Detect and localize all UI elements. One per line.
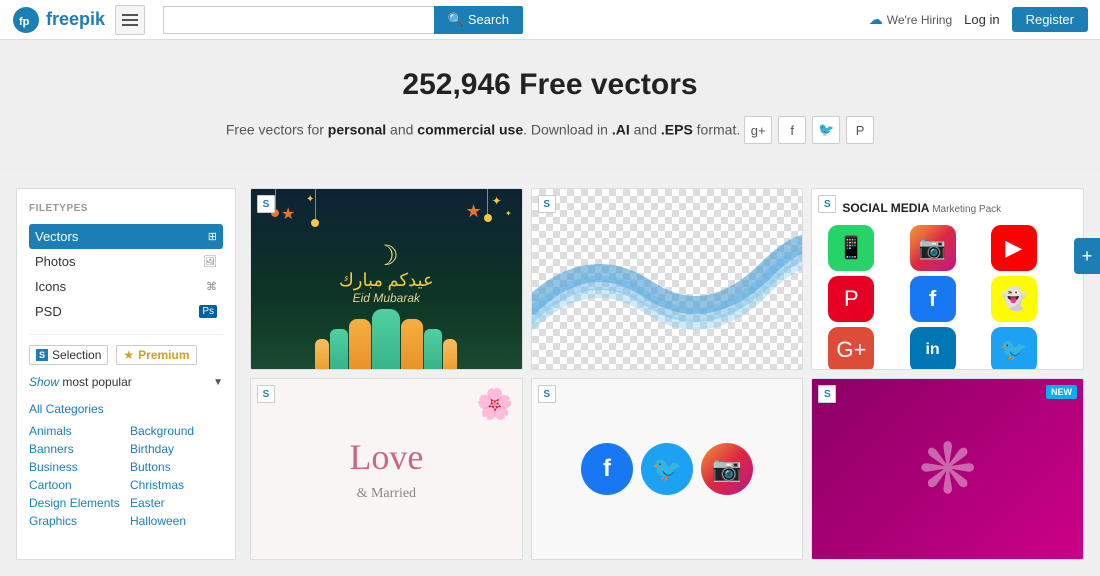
show-most-popular[interactable]: Show most popular ▼ [29,375,223,389]
filetype-psd[interactable]: PSD Ps [29,299,223,324]
card-waves[interactable]: S [531,188,804,370]
logo-text: freepik [46,9,105,30]
photos-icon: 🖼 [203,255,217,268]
icons-icon: ⌘ [206,280,217,293]
search-icon: 🔍 [448,12,464,28]
search-input[interactable] [163,6,434,34]
hamburger-button[interactable] [115,5,145,35]
vectors-icon: ⊞ [208,230,217,243]
register-button[interactable]: Register [1012,7,1088,32]
s-badge-waves: S [538,195,556,213]
show-popular-text: Show most popular [29,375,132,389]
card-love-inner: S 🌸 Love & Married [251,379,522,559]
filetype-vectors[interactable]: Vectors ⊞ [29,224,223,249]
search-button[interactable]: 🔍 Search [434,6,523,34]
psd-icon: Ps [199,305,217,318]
hiring-link[interactable]: ☁ We're Hiring [869,11,952,28]
categories-grid: All Categories Animals Background Banner… [29,401,223,529]
login-button[interactable]: Log in [964,12,999,27]
premium-checkbox[interactable]: ★ Premium [116,345,196,365]
filetypes-title: FILETYPES [29,203,223,214]
star-icon: ★ [123,348,134,362]
category-cartoon[interactable]: Cartoon [29,477,122,493]
category-easter[interactable]: Easter [130,495,223,511]
show-popular-rest: most popular [62,375,131,389]
pinterest-icon[interactable]: P [846,116,874,144]
s-badge-selection: S [36,349,48,361]
cloud-icon: ☁ [869,11,883,28]
hero-subtitle: Free vectors for personal and commercial… [20,112,1080,144]
twitter-icon[interactable]: 🐦 [812,116,840,144]
hero-title: 252,946 Free vectors [20,68,1080,102]
hero-section: 252,946 Free vectors Free vectors for pe… [0,40,1100,172]
s-badge-social2: S [538,385,556,403]
card-love[interactable]: S 🌸 Love & Married [250,378,523,560]
category-all[interactable]: All Categories [29,401,223,417]
show-word: Show [29,375,59,389]
category-background[interactable]: Background [130,423,223,439]
facebook-icon[interactable]: f [778,116,806,144]
selection-checkbox[interactable]: S Selection [29,345,108,365]
s-badge-eid: S [257,195,275,213]
sidebar: FILETYPES Vectors ⊞ Photos 🖼 Icons ⌘ PSD… [16,188,236,560]
s-badge-love: S [257,385,275,403]
card-ornate[interactable]: S NEW ❋ [811,378,1084,560]
logo[interactable]: fp freepik [12,6,105,34]
card-social-media[interactable]: S SOCIAL MEDIA Marketing Pack 📱 📷 ▶ P f … [811,188,1084,370]
card-ornate-inner: S NEW ❋ [812,379,1083,559]
filetype-icons-label: Icons [35,279,66,294]
card-social2-inner: S f 🐦 📷 [532,379,803,559]
card-eid[interactable]: S ✦ ★ ✦ ★ ✦ ✦ [250,188,523,370]
freepik-logo-icon: fp [12,6,40,34]
search-container: 🔍 Search [163,6,523,34]
card-waves-inner: S [532,189,803,369]
main-content: FILETYPES Vectors ⊞ Photos 🖼 Icons ⌘ PSD… [0,172,1100,576]
selection-row: S Selection ★ Premium [29,345,223,365]
filetype-icons[interactable]: Icons ⌘ [29,274,223,299]
dropdown-arrow-icon: ▼ [213,377,223,388]
social-icons: g+ f 🐦 P [744,116,874,144]
category-business[interactable]: Business [29,459,122,475]
filetype-psd-label: PSD [35,304,62,319]
header-right: ☁ We're Hiring Log in Register [869,7,1088,32]
category-banners[interactable]: Banners [29,441,122,457]
content-area: S ✦ ★ ✦ ★ ✦ ✦ [250,188,1084,560]
category-christmas[interactable]: Christmas [130,477,223,493]
category-design-elements[interactable]: Design Elements [29,495,122,511]
header: fp freepik 🔍 Search ☁ We're Hiring Log i… [0,0,1100,40]
svg-text:fp: fp [19,16,30,28]
new-badge: NEW [1046,385,1077,399]
filetype-photos-label: Photos [35,254,75,269]
category-animals[interactable]: Animals [29,423,122,439]
category-halloween[interactable]: Halloween [130,513,223,529]
image-grid: S ✦ ★ ✦ ★ ✦ ✦ [250,188,1084,560]
card-eid-inner: S ✦ ★ ✦ ★ ✦ ✦ [251,189,522,369]
card-social-inner: S SOCIAL MEDIA Marketing Pack 📱 📷 ▶ P f … [812,189,1083,369]
filetype-vectors-label: Vectors [35,229,78,244]
selection-label: Selection [52,348,101,362]
s-badge-ornate: S [818,385,836,403]
category-birthday[interactable]: Birthday [130,441,223,457]
category-buttons[interactable]: Buttons [130,459,223,475]
s-badge-social: S [818,195,836,213]
category-graphics[interactable]: Graphics [29,513,122,529]
card-social2[interactable]: S f 🐦 📷 [531,378,804,560]
floating-plus-button[interactable]: + [1074,238,1100,274]
premium-label: Premium [138,348,189,362]
google-plus-icon[interactable]: g+ [744,116,772,144]
filetype-photos[interactable]: Photos 🖼 [29,249,223,274]
